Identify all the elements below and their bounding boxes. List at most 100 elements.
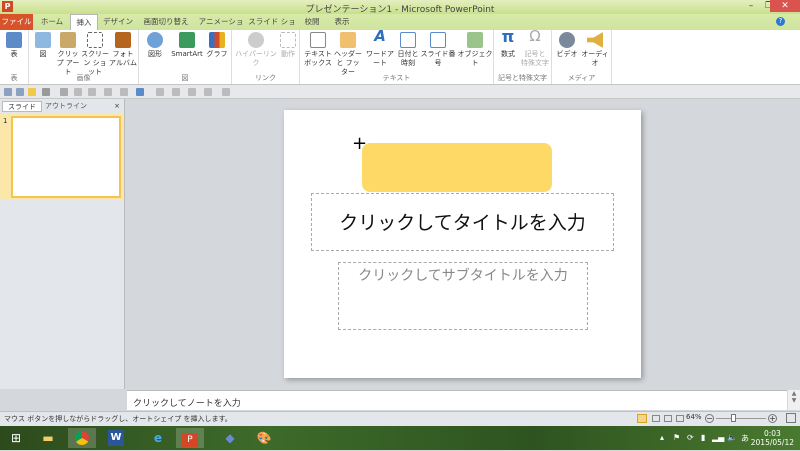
sync-icon[interactable]: ⟳ [687,433,694,442]
symbol-button[interactable]: Ω 記号と 特殊文字 [520,29,550,68]
action-button[interactable]: 動作 [278,32,298,59]
zoom-in-button[interactable]: + [768,414,777,423]
reading-view-button[interactable] [664,415,672,422]
label: ハイパーリンク [235,50,277,67]
title-placeholder[interactable]: クリックしてタイトルを入力 [311,193,614,251]
close-button[interactable]: ✕ [770,0,800,12]
group-label: リンク [255,74,276,82]
shapes-button[interactable]: 図形 [143,32,167,59]
textbox-button[interactable]: テキスト ボックス [304,32,332,68]
equation-button[interactable]: π 数式 [496,27,520,59]
toolbar-icon[interactable] [204,88,212,96]
star-icon[interactable] [42,88,50,96]
app-icon[interactable]: ◆ [216,428,244,448]
normal-view-button[interactable] [637,414,647,423]
video-button[interactable]: ビデオ [555,32,579,59]
chart-button[interactable]: グラフ [205,32,229,59]
rounded-rectangle-shape[interactable] [362,143,552,192]
toolbar-icon[interactable] [120,88,128,96]
film-reel-icon [559,32,575,48]
tab-outline[interactable]: アウトライン [44,101,88,112]
slide-number-icon [430,32,446,48]
notes-scrollbar[interactable]: ▲ ▼ [788,390,800,410]
toolbar-icon[interactable] [88,88,96,96]
group-label: 図 [181,74,189,82]
label: SmartArt [171,50,203,58]
toolbar-icon[interactable] [104,88,112,96]
pane-close-icon[interactable]: × [112,101,122,112]
toolbar-icon[interactable] [156,88,164,96]
calendar-icon [400,32,416,48]
undo-icon[interactable] [172,88,180,96]
volume-icon[interactable]: 🔈 [727,433,737,442]
zoom-level[interactable]: 64% [686,413,702,421]
word-icon[interactable]: W [108,430,124,446]
subtitle-placeholder[interactable]: クリックしてサブタイトルを入力 [338,262,588,330]
group-label: 表 [10,74,18,82]
slide-thumbnail[interactable] [11,116,121,198]
slide-sorter-button[interactable] [652,415,660,422]
toolbar-icon[interactable] [60,88,68,96]
paint-icon[interactable]: 🎨 [250,428,278,448]
flag-icon[interactable]: ⚑ [673,433,680,442]
shape-tool-icon[interactable] [28,88,36,96]
audio-button[interactable]: オーディオ [580,32,610,68]
tab-transitions[interactable]: 画面切り替え [140,14,192,30]
zoom-out-button[interactable]: − [705,414,714,423]
tab-review[interactable]: 校閲 [300,14,324,30]
internet-explorer-icon[interactable]: e [144,428,172,448]
wordart-button[interactable]: A ワードアート [363,29,397,68]
tab-home[interactable]: ホーム [36,14,68,30]
tab-slides[interactable]: スライド [2,101,42,112]
toolbar-icon[interactable] [16,88,24,96]
group-label: メディア [567,74,596,82]
pi-icon: π [501,27,515,46]
chrome-icon[interactable] [68,428,96,448]
time: 0:03 [763,429,781,438]
tab-insert[interactable]: 挿入 [70,14,98,30]
header-footer-button[interactable]: ヘッダーと フッター [333,32,363,77]
tab-view[interactable]: 表示 [330,14,354,30]
photo-album-button[interactable]: フォト アルバム [109,32,137,68]
tab-slideshow[interactable]: スライド ショー [248,14,296,42]
hyperlink-button[interactable]: ハイパーリンク [234,32,278,68]
label: テキスト ボックス [304,50,332,67]
windows-start-icon[interactable]: ⊞ [2,428,30,448]
battery-icon[interactable]: ▮ [701,433,705,442]
tab-file[interactable]: ファイル [0,14,33,30]
tab-animations[interactable]: アニメーション [196,14,246,42]
date-time-button[interactable]: 日付と 時刻 [397,32,419,68]
powerpoint-taskbar-icon[interactable]: P [176,428,204,448]
group-label: テキスト [382,74,411,82]
object-button[interactable]: オブジェクト [457,32,493,68]
tab-design[interactable]: デザイン [100,14,136,30]
clipart-button[interactable]: クリップ アート [55,32,81,77]
smartart-button[interactable]: SmartArt [169,32,205,59]
tray-chevron-icon[interactable]: ▴ [660,433,664,442]
label: スライド番号 [420,50,456,67]
slideshow-button[interactable] [676,415,684,422]
ime-indicator[interactable]: あ [741,433,749,444]
photo-album-icon [115,32,131,48]
toolbar-icon[interactable] [4,88,12,96]
fit-to-window-button[interactable] [786,413,796,423]
slide-number-button[interactable]: スライド番号 [419,32,457,68]
toolbar-icon[interactable] [136,88,144,96]
help-icon[interactable]: ? [776,17,785,26]
zoom-slider[interactable] [716,418,766,419]
notes-input[interactable]: クリックしてノートを入力 [127,390,787,410]
zoom-slider-thumb[interactable] [731,414,736,422]
label: 記号と 特殊文字 [521,50,549,67]
network-icon[interactable]: ▂▄ [712,433,724,442]
toolbar-icon[interactable] [74,88,82,96]
toolbar-icon[interactable] [188,88,196,96]
redo-icon[interactable] [222,88,230,96]
label: 表 [10,50,18,58]
file-explorer-icon[interactable]: ▬ [34,428,62,448]
picture-button[interactable]: 図 [31,32,55,59]
table-button[interactable]: 表 [2,32,26,59]
clock[interactable]: 0:03 2015/05/12 [751,429,794,447]
label: オーディオ [581,50,609,67]
label: 数式 [501,50,515,58]
screenshot-button[interactable]: スクリーン ショット [81,32,109,77]
